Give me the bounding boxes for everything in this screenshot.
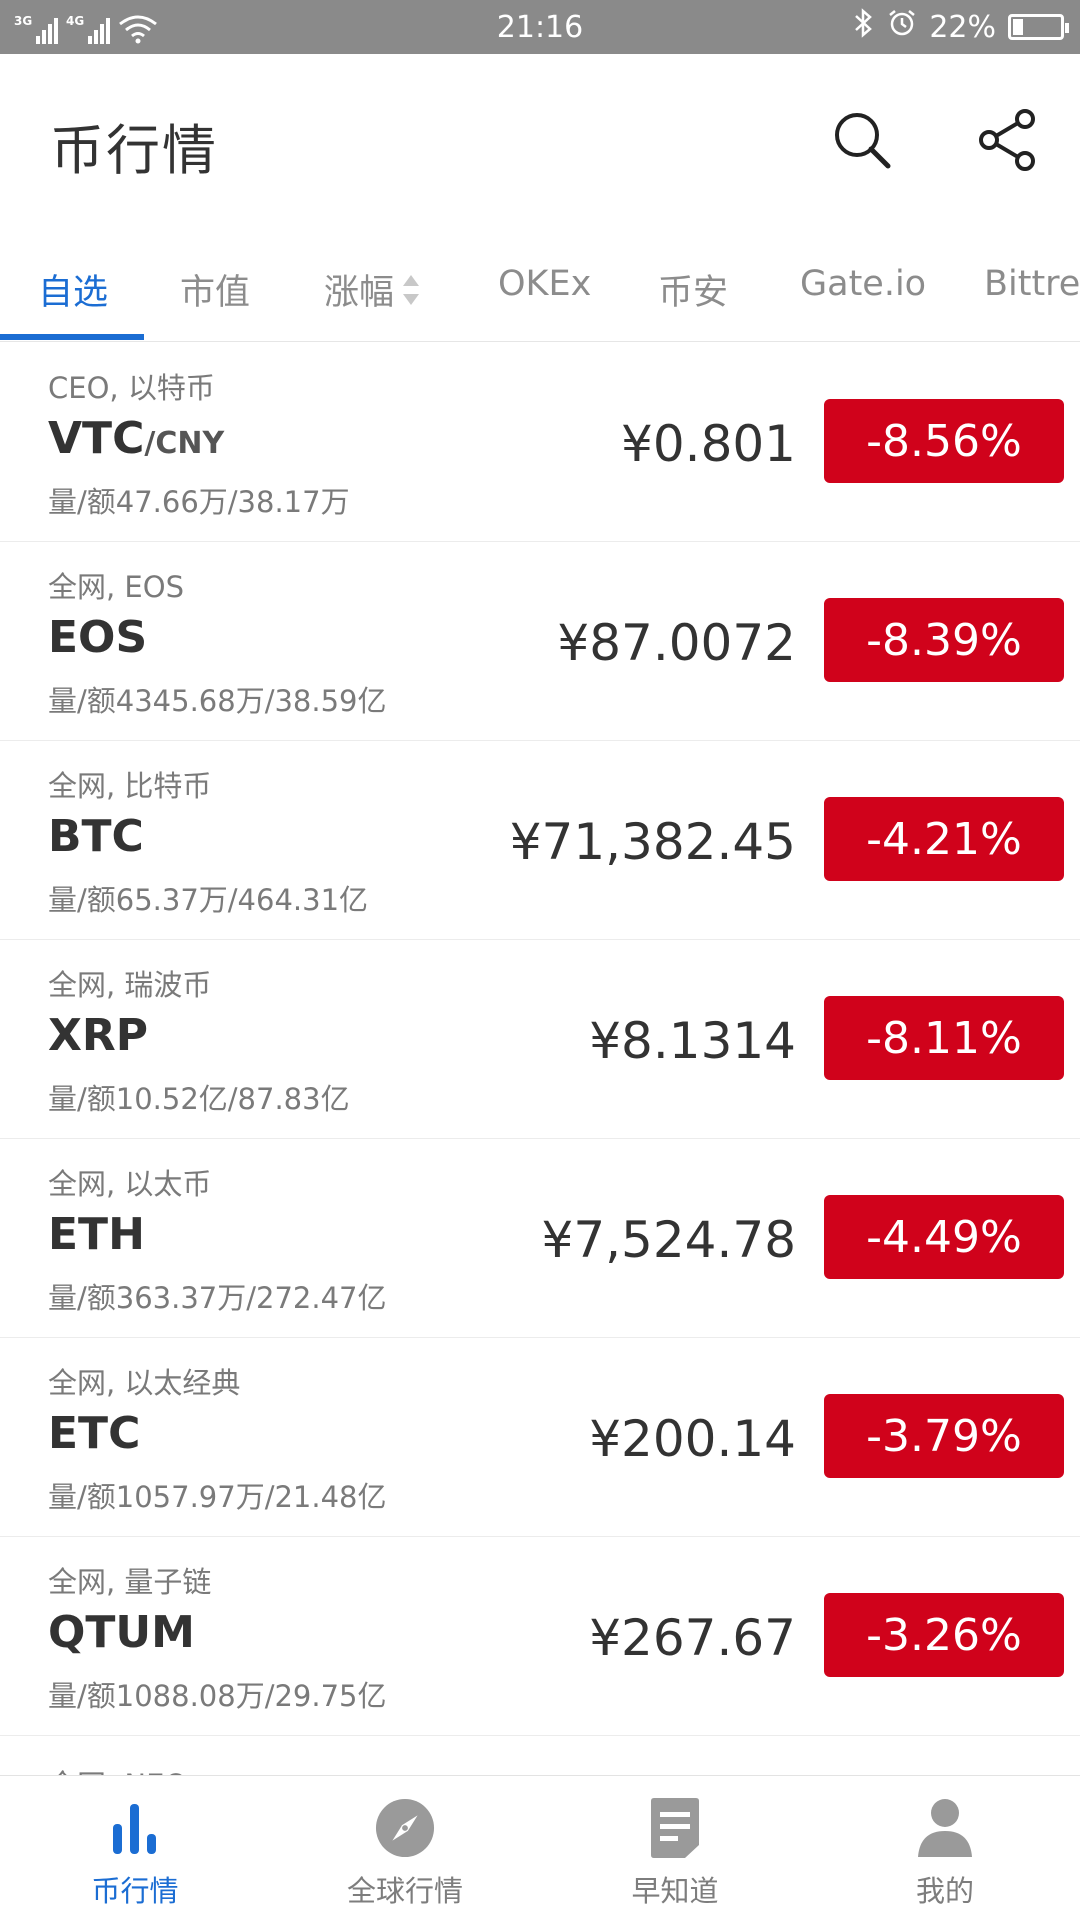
- coin-price: ¥200.14: [589, 1410, 796, 1468]
- battery-percent: 22%: [929, 9, 996, 45]
- coin-change-badge: -3.79%: [824, 1394, 1064, 1478]
- coin-row[interactable]: 全网, 以太币 ETH 量/额363.37万/272.47亿 ¥7,524.78…: [0, 1139, 1080, 1338]
- coin-row[interactable]: CEO, 以特币 VTC/CNY 量/额47.66万/38.17万 ¥0.801…: [0, 343, 1080, 542]
- search-icon: [835, 113, 891, 169]
- bar-chart-icon: [105, 1796, 165, 1860]
- coin-symbol: BTC: [48, 811, 144, 862]
- coin-exchange-name: 全网, 瑞波币: [48, 968, 212, 1002]
- tab-gainers-label: 涨幅: [324, 273, 395, 313]
- coin-price: ¥87.0072: [557, 614, 796, 672]
- tab-watchlist[interactable]: 自选: [38, 264, 108, 315]
- coin-price: ¥7,524.78: [541, 1211, 796, 1269]
- market-tabs: 自选 市值 涨幅 OKEx 币安 Gate.io Bittrex: [0, 234, 1080, 342]
- coin-row[interactable]: 全网, 比特币 BTC 量/额65.37万/464.31亿 ¥71,382.45…: [0, 741, 1080, 940]
- coin-change-badge: -4.49%: [824, 1195, 1064, 1279]
- coin-volume: 量/额10.52亿/87.83亿: [48, 1082, 350, 1116]
- coin-row[interactable]: 全网, EOS EOS 量/额4345.68万/38.59亿 ¥87.0072 …: [0, 542, 1080, 741]
- document-icon: [645, 1796, 705, 1860]
- tab-okex[interactable]: OKEx: [498, 264, 591, 304]
- compass-icon: [375, 1796, 435, 1860]
- tab-gateio[interactable]: Gate.io: [800, 264, 926, 304]
- coin-volume: 量/额363.37万/272.47亿: [48, 1281, 387, 1315]
- coin-price: ¥0.801: [621, 415, 796, 473]
- coin-row-partial[interactable]: 全网, NEO: [0, 1742, 1080, 1775]
- nav-label: 币行情: [91, 1874, 179, 1908]
- nav-item-news[interactable]: 早知道: [540, 1776, 810, 1920]
- battery-level: [1013, 19, 1023, 35]
- bottom-nav: 币行情 全球行情 早知道 我的: [0, 1775, 1080, 1920]
- tab-bittrex[interactable]: Bittrex: [984, 264, 1080, 304]
- battery-icon: [1008, 14, 1069, 40]
- coin-symbol: QTUM: [48, 1607, 195, 1658]
- coin-exchange-name: 全网, 量子链: [48, 1565, 212, 1599]
- nav-item-profile[interactable]: 我的: [810, 1776, 1080, 1920]
- coin-volume: 量/额1057.97万/21.48亿: [48, 1480, 387, 1514]
- alarm-icon: [887, 8, 917, 46]
- coin-change-badge: -8.56%: [824, 399, 1064, 483]
- coin-change-badge: -3.26%: [824, 1593, 1064, 1677]
- page-title: 币行情: [50, 119, 218, 182]
- nav-item-global-market[interactable]: 全球行情: [270, 1776, 540, 1920]
- coin-symbol: EOS: [48, 612, 148, 663]
- coin-change-badge: -8.39%: [824, 598, 1064, 682]
- coin-row[interactable]: 全网, 瑞波币 XRP 量/额10.52亿/87.83亿 ¥8.1314 -8.…: [0, 940, 1080, 1139]
- search-button[interactable]: [822, 100, 902, 180]
- coin-price: ¥8.1314: [589, 1012, 796, 1070]
- share-icon: [979, 109, 1035, 171]
- nav-item-market[interactable]: 币行情: [0, 1776, 270, 1920]
- nav-label: 早知道: [631, 1874, 719, 1908]
- user-icon: [915, 1796, 975, 1860]
- bluetooth-icon: [853, 8, 875, 46]
- coin-exchange-name: 全网, 比特币: [48, 769, 212, 803]
- coin-exchange-name: CEO, 以特币: [48, 371, 215, 405]
- coin-quote-currency: /CNY: [144, 426, 225, 461]
- coin-volume: 量/额65.37万/464.31亿: [48, 883, 369, 917]
- tab-gainers[interactable]: 涨幅: [324, 264, 420, 315]
- coin-change-badge: -8.11%: [824, 996, 1064, 1080]
- nav-label: 全球行情: [346, 1874, 463, 1908]
- coin-list: CEO, 以特币 VTC/CNY 量/额47.66万/38.17万 ¥0.801…: [0, 343, 1080, 1775]
- coin-change-badge: -4.21%: [824, 797, 1064, 881]
- share-button[interactable]: [968, 100, 1048, 180]
- coin-row[interactable]: 全网, 以太经典 ETC 量/额1057.97万/21.48亿 ¥200.14 …: [0, 1338, 1080, 1537]
- coin-symbol: ETH: [48, 1209, 145, 1260]
- coin-row[interactable]: 全网, 量子链 QTUM 量/额1088.08万/29.75亿 ¥267.67 …: [0, 1537, 1080, 1736]
- coin-price: ¥71,382.45: [509, 813, 796, 871]
- coin-symbol: ETC: [48, 1408, 141, 1459]
- coin-volume: 量/额4345.68万/38.59亿: [48, 684, 387, 718]
- coin-exchange-name: 全网, 以太经典: [48, 1366, 241, 1400]
- coin-volume: 量/额1088.08万/29.75亿: [48, 1679, 387, 1713]
- tab-market-cap[interactable]: 市值: [180, 264, 250, 315]
- coin-symbol: VTC/CNY: [48, 413, 224, 464]
- status-right: 22%: [853, 8, 1069, 46]
- coin-exchange-name: 全网, 以太币: [48, 1167, 212, 1201]
- sort-icon: [402, 273, 420, 307]
- app-header: 币行情: [0, 54, 1080, 234]
- coin-volume: 量/额47.66万/38.17万: [48, 485, 350, 519]
- coin-price: ¥267.67: [589, 1609, 796, 1667]
- nav-label: 我的: [915, 1874, 974, 1908]
- active-tab-indicator: [0, 334, 144, 340]
- coin-exchange-name: 全网, NEO: [48, 1762, 187, 1775]
- coin-symbol: XRP: [48, 1010, 149, 1061]
- status-bar: 3G 4G 21:16 22%: [0, 0, 1080, 54]
- coin-exchange-name: 全网, EOS: [48, 570, 184, 604]
- tab-binance[interactable]: 币安: [658, 264, 728, 315]
- coin-symbol-text: VTC: [48, 413, 145, 464]
